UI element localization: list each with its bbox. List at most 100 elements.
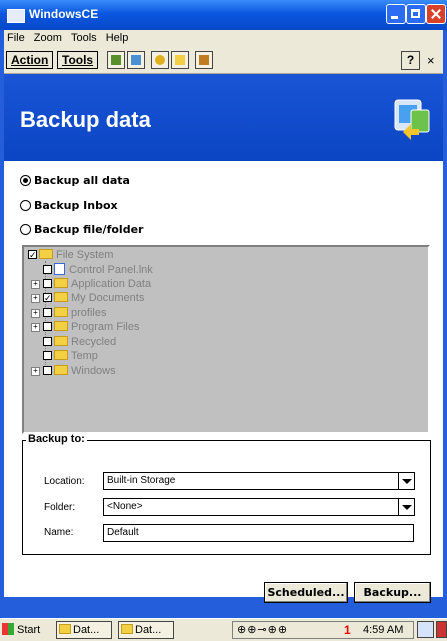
minimize-button[interactable] [386,4,406,24]
page-header: Backup data [4,74,443,161]
desktop-icon[interactable] [436,621,447,638]
tree-item-label: profiles [71,307,107,319]
option-backup-file-folder[interactable]: Backup file/folder [20,223,143,236]
checkbox[interactable] [43,308,52,317]
folder-icon [54,278,68,288]
checkbox[interactable] [43,366,52,375]
tree-item-label: Temp [71,350,98,362]
taskbar-item[interactable]: Dat... [56,621,112,639]
window-title: WindowsCE [29,7,99,21]
folder-icon [54,307,68,317]
tree-item-label: File System [56,249,114,261]
tree-item[interactable]: + Windows [31,364,116,378]
action-menu[interactable]: Action [6,51,54,69]
tree-item-label: Program Files [71,321,140,333]
option-backup-inbox[interactable]: Backup Inbox [20,199,118,212]
expand-icon[interactable]: + [31,367,40,376]
taskbar: Start Dat... Dat... ⊕⊕⊸⊕⊕ 1 4:59 AM [0,618,447,641]
folder-icon [54,321,68,331]
checkbox[interactable] [43,322,52,331]
notification-count[interactable]: 1 [344,622,351,638]
folder-icon[interactable] [171,51,189,69]
tools-icon[interactable] [195,51,213,69]
notepad-icon[interactable] [107,51,125,69]
tree-item[interactable]: Control Panel.lnk [43,263,153,277]
keyboard-icon[interactable] [417,621,434,638]
tree-item-label: Recycled [71,336,117,348]
folder-icon [54,336,68,346]
application-window: WindowsCE File Zoom Tools Help Action To… [0,0,447,641]
tree-item[interactable]: + Application Data [31,277,151,291]
taskbar-item-label: Dat... [73,624,100,636]
tree-item[interactable]: Temp [43,349,98,363]
chevron-down-icon[interactable] [398,473,414,489]
radio-icon[interactable] [20,200,31,211]
taskbar-item[interactable]: Dat... [118,621,174,639]
option-label: Backup all data [34,174,130,187]
shortcut-icon [54,263,65,275]
folder-label: Folder: [44,502,76,513]
folder-dropdown[interactable]: <None> [103,498,415,516]
taskbar-item-label: Dat... [135,624,162,636]
folder-icon [54,365,68,375]
folder-icon [59,624,71,634]
menu-bar: File Zoom Tools Help [4,30,443,48]
location-dropdown[interactable]: Built-in Storage [103,472,415,490]
content-area: Backup all data Backup Inbox Backup file… [4,161,443,603]
tree-item[interactable]: + Program Files [31,320,139,334]
folder-icon [39,249,53,259]
folder-icon [54,292,68,302]
menu-file[interactable]: File [4,30,28,44]
radio-selected-icon[interactable] [20,175,31,186]
clock[interactable]: 4:59 AM [363,622,403,638]
help-button[interactable]: ? [401,51,420,70]
tray-status-icons[interactable]: ⊕⊕⊸⊕⊕ [237,622,288,638]
name-input[interactable]: Default [103,524,414,542]
tree-item[interactable]: Recycled [43,335,116,349]
location-value: Built-in Storage [107,475,176,486]
backup-to-legend: Backup to: [26,433,87,445]
tree-item-label: Windows [71,365,116,377]
option-label: Backup Inbox [34,199,118,212]
windows-flag-icon [2,623,14,635]
menu-zoom[interactable]: Zoom [31,30,65,44]
close-app-button[interactable]: × [427,53,435,68]
folder-tree[interactable]: File System Control Panel.lnk + Applicati… [22,245,430,434]
tree-item[interactable]: + profiles [31,306,106,320]
scheduled-button[interactable]: Scheduled... [264,582,348,603]
checkbox[interactable] [28,248,37,262]
option-backup-all[interactable]: Backup all data [20,174,130,187]
expand-icon[interactable]: + [31,309,40,318]
checkbox[interactable] [43,351,52,360]
command-bar: Action Tools ? × [4,48,443,74]
tree-item-label: Application Data [71,278,152,290]
chevron-down-icon[interactable] [398,499,414,515]
start-label: Start [17,624,41,636]
document-icon[interactable] [127,51,145,69]
backup-button[interactable]: Backup... [354,582,431,603]
tools-menu[interactable]: Tools [57,51,99,69]
tree-item[interactable]: + My Documents [31,291,144,305]
checkbox[interactable] [43,337,52,346]
expand-icon[interactable]: + [31,294,40,303]
folder-icon [54,350,68,360]
checkbox[interactable] [43,265,52,274]
radio-icon[interactable] [20,224,31,235]
close-window-button[interactable] [426,4,446,24]
option-label: Backup file/folder [34,223,144,236]
name-label: Name: [44,527,74,538]
checkbox[interactable] [43,279,52,288]
page-title: Backup data [20,107,151,132]
menu-tools[interactable]: Tools [68,30,100,44]
window-icon [7,9,25,23]
expand-icon[interactable]: + [31,323,40,332]
menu-help[interactable]: Help [103,30,132,44]
title-bar: WindowsCE [0,0,447,30]
settings-icon[interactable] [151,51,169,69]
tree-item-root[interactable]: File System [28,248,113,262]
maximize-button[interactable] [406,4,426,24]
expand-icon[interactable]: + [31,280,40,289]
tree-item-label: My Documents [71,292,145,304]
start-button[interactable]: Start [2,621,40,639]
checkbox[interactable] [43,291,52,305]
